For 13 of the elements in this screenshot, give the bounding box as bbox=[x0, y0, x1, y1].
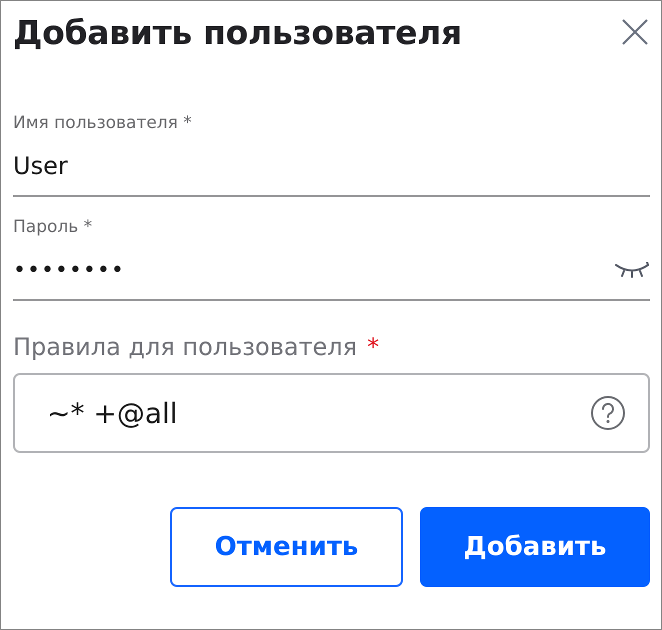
input-field[interactable]: •••••••• bbox=[13, 241, 650, 301]
input-field[interactable]: User bbox=[13, 137, 650, 197]
field-label: Имя пользователя * bbox=[13, 113, 193, 135]
dialog-title: Добавить пользователя bbox=[13, 12, 462, 52]
input-field[interactable]: ~* +@all bbox=[13, 373, 650, 453]
cancel-button[interactable]: Отменить bbox=[170, 507, 403, 587]
required-mark: * bbox=[367, 333, 380, 361]
close-icon[interactable] bbox=[620, 17, 650, 47]
field-label: Пароль * bbox=[13, 217, 94, 239]
field-label: Правила для пользователя bbox=[13, 333, 358, 361]
eye-closed-icon[interactable] bbox=[614, 262, 650, 278]
add-button[interactable]: Добавить bbox=[420, 507, 650, 587]
help-icon[interactable] bbox=[590, 395, 626, 431]
